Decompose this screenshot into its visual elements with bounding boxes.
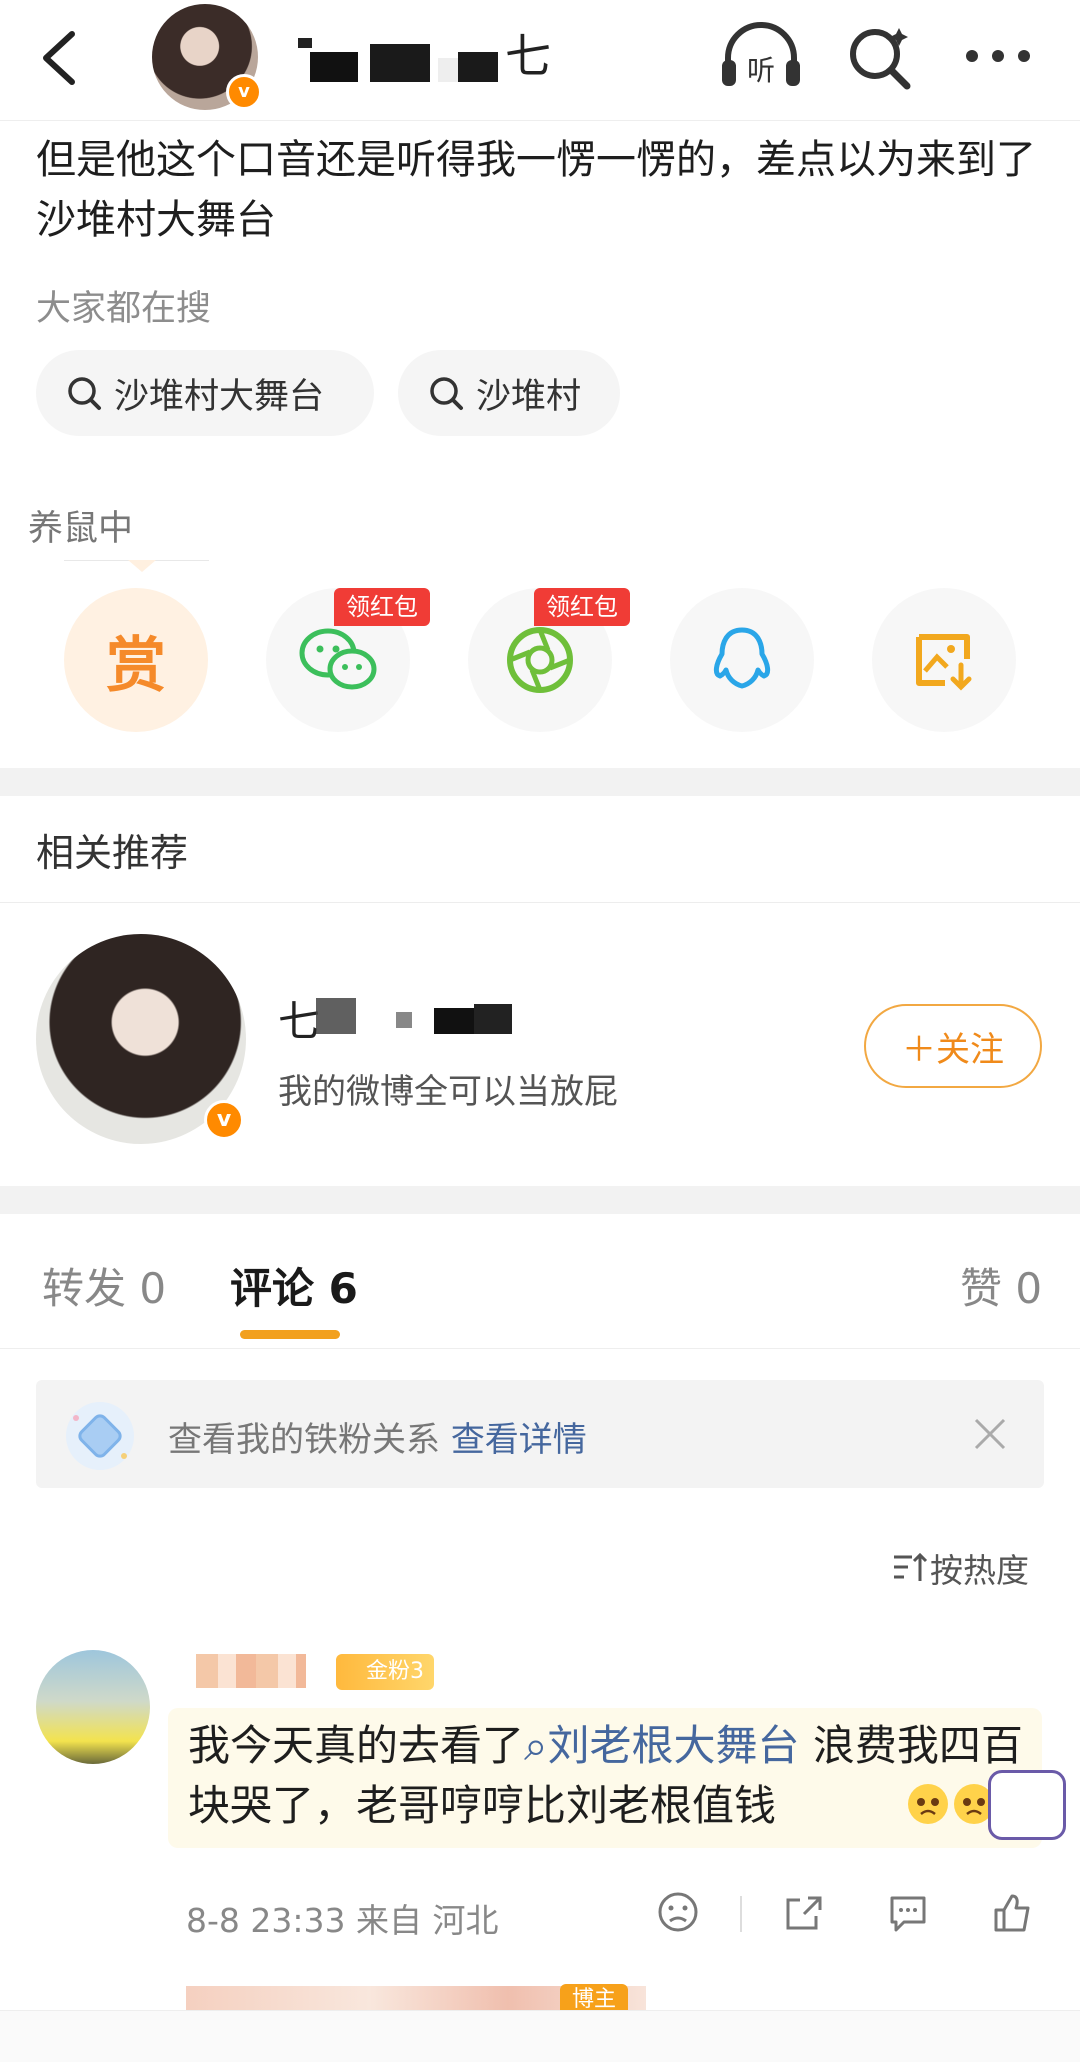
share-qq-button[interactable] xyxy=(670,588,814,732)
share-label: 养鼠中 xyxy=(28,509,134,549)
search-icon[interactable] xyxy=(845,22,915,92)
dislike-icon[interactable] xyxy=(656,1890,700,1934)
red-envelope-tag: 领红包 xyxy=(334,588,430,626)
section-separator xyxy=(0,1186,1080,1214)
comment-text-part: 我今天真的去看了 xyxy=(188,1721,525,1770)
back-icon[interactable] xyxy=(32,22,92,94)
qq-icon xyxy=(713,627,771,689)
fan-level-badge: 金粉3 xyxy=(336,1654,434,1690)
reward-icon: 赏 xyxy=(106,630,166,701)
save-image-button[interactable] xyxy=(872,588,1016,732)
recommend-description: 我的微博全可以当放屁 xyxy=(278,1072,618,1112)
wechat-icon xyxy=(299,628,377,690)
svg-text:听: 听 xyxy=(747,54,775,87)
divider xyxy=(740,1896,742,1932)
tab-comment[interactable]: 评论 6 xyxy=(230,1255,358,1316)
section-separator xyxy=(0,768,1080,796)
diamond-icon xyxy=(62,1398,138,1474)
moments-icon xyxy=(507,627,573,693)
sort-label: 按热度 xyxy=(930,1551,1029,1590)
hot-search-chip[interactable]: 沙堆村 xyxy=(398,350,620,436)
comment-topic-label: 刘老根大舞台 xyxy=(547,1721,800,1770)
like-icon[interactable] xyxy=(990,1890,1034,1934)
follow-button[interactable]: ＋关注 xyxy=(864,1004,1042,1088)
hot-search-title: 大家都在搜 xyxy=(36,289,212,329)
close-icon[interactable] xyxy=(970,1414,1010,1454)
divider xyxy=(0,1348,1080,1349)
comment-text: 我今天真的去看了⌕刘老根大舞台 浪费我四百块哭了，老哥哼哼比刘老根值钱 xyxy=(188,1716,1028,1836)
active-tab-indicator xyxy=(240,1330,340,1339)
fan-relation-link[interactable]: 查看详情 xyxy=(451,1420,587,1460)
search-icon xyxy=(430,377,463,410)
verified-badge-icon: v xyxy=(204,1100,244,1140)
chip-label: 沙堆村 xyxy=(476,376,582,417)
post-text: 但是他这个口音还是听得我一愣一愣的，差点以为来到了沙堆村大舞台 xyxy=(36,137,1036,243)
tab-like[interactable]: 赞 0 xyxy=(960,1255,1042,1316)
commenter-name-mosaic[interactable] xyxy=(196,1654,306,1688)
cry-emoji-icon xyxy=(906,1782,950,1826)
listen-icon[interactable]: 听 xyxy=(718,20,804,92)
fan-relation-text: 查看我的铁粉关系 查看详情 xyxy=(168,1412,587,1461)
sort-icon xyxy=(894,1552,928,1581)
caret-icon xyxy=(128,560,156,572)
red-envelope-tag: 领红包 xyxy=(534,588,630,626)
tab-repost[interactable]: 转发 0 xyxy=(42,1255,166,1316)
bottom-bar xyxy=(0,2010,1080,2062)
bunny-sticker-icon xyxy=(988,1770,1066,1840)
chip-label: 沙堆村大舞台 xyxy=(114,376,325,417)
verified-badge-icon: v xyxy=(226,74,262,110)
page-title: 七 xyxy=(505,29,551,83)
save-image-icon xyxy=(916,634,972,691)
name-mosaic xyxy=(316,998,512,1034)
hot-search-chip[interactable]: 沙堆村大舞台 xyxy=(36,350,374,436)
comment-icon[interactable] xyxy=(886,1890,930,1934)
comment-meta: 8-8 23:33 来自 河北 xyxy=(186,1901,499,1940)
sort-button[interactable]: 按热度 xyxy=(892,1544,1029,1592)
more-icon[interactable] xyxy=(958,30,1038,82)
search-icon xyxy=(68,377,101,410)
reward-button[interactable]: 赏 xyxy=(64,588,208,732)
comment-topic-link[interactable]: ⌕刘老根大舞台 xyxy=(524,1721,800,1770)
fan-relation-label: 查看我的铁粉关系 xyxy=(168,1420,440,1460)
repost-icon[interactable] xyxy=(782,1890,826,1934)
divider xyxy=(0,902,1080,903)
commenter-avatar[interactable] xyxy=(36,1650,150,1764)
recommend-title: 相关推荐 xyxy=(36,831,189,875)
